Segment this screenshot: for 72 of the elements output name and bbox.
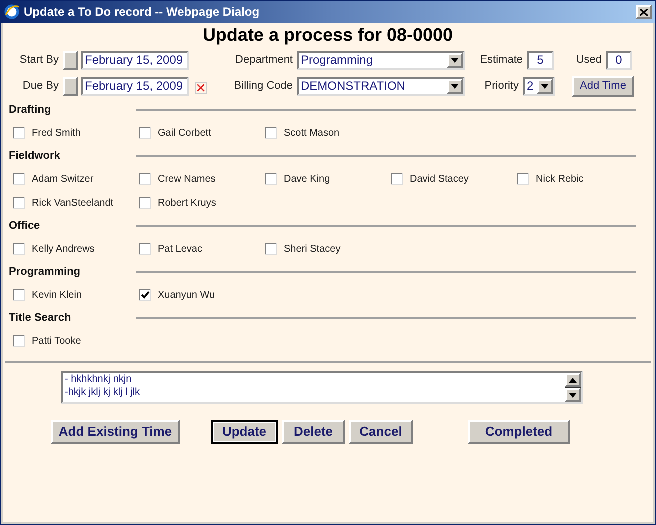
checkbox[interactable]: [139, 289, 151, 301]
checkbox[interactable]: [139, 197, 151, 209]
member-name: Kelly Andrews: [32, 242, 95, 256]
member-name: Patti Tooke: [32, 334, 82, 348]
used-field[interactable]: 0: [606, 50, 632, 70]
action-button[interactable]: Add Existing Time: [51, 420, 180, 444]
down-arrow-icon: [569, 392, 577, 398]
checkbox[interactable]: [391, 173, 403, 185]
close-icon: [640, 8, 648, 16]
action-button[interactable]: Cancel: [349, 420, 413, 444]
group-heading: Title Search: [9, 310, 72, 326]
member-name: Pat Levac: [158, 242, 202, 256]
member-name: Fred Smith: [32, 126, 81, 140]
member-name: Rick VanSteelandt: [32, 196, 114, 210]
checkbox[interactable]: [265, 243, 277, 255]
member-name: Gail Corbett: [158, 126, 212, 140]
member-name: Dave King: [284, 172, 330, 186]
field-label: Used: [575, 52, 602, 68]
member-name: David Stacey: [410, 172, 469, 186]
group-heading: Office: [9, 218, 42, 234]
member-name: Nick Rebic: [536, 172, 584, 186]
note-line: -hkjk jklj kj klj l jlk: [65, 386, 140, 399]
action-button[interactable]: Completed: [468, 420, 570, 444]
checkbox[interactable]: [139, 173, 151, 185]
scroll-down-button[interactable]: [565, 388, 581, 402]
priority-select[interactable]: 2: [523, 76, 555, 96]
member-name: Robert Kruys: [158, 196, 216, 210]
checkbox[interactable]: [517, 173, 529, 185]
field-label: Start By: [18, 52, 59, 68]
group-heading: Fieldwork: [9, 148, 62, 164]
browser-icon: [4, 4, 20, 20]
field-label: Billing Code: [233, 78, 293, 94]
checkbox[interactable]: [13, 173, 25, 185]
close-button[interactable]: [636, 5, 652, 19]
checkbox[interactable]: [13, 197, 25, 209]
checkbox[interactable]: [13, 127, 25, 139]
group-heading: Drafting: [9, 102, 52, 118]
date-picker-button[interactable]: [63, 50, 78, 70]
scroll-up-button[interactable]: [565, 373, 581, 387]
window-title: Update a To Do record -- Webpage Dialog: [24, 4, 261, 21]
estimate-field[interactable]: 5: [527, 50, 554, 70]
checkbox[interactable]: [265, 173, 277, 185]
field-label: Due By: [22, 78, 59, 94]
page-heading: Update a process for 08-0000: [202, 24, 454, 46]
action-button[interactable]: Delete: [282, 420, 345, 444]
group-heading: Programming: [9, 264, 82, 280]
date-field[interactable]: February 15, 2009: [81, 76, 189, 96]
action-button[interactable]: Update: [211, 420, 278, 444]
department-select[interactable]: Programming: [297, 50, 465, 70]
clear-date-icon[interactable]: [195, 82, 207, 94]
date-field[interactable]: February 15, 2009: [81, 50, 189, 70]
billing-code-select[interactable]: DEMONSTRATION: [297, 76, 465, 96]
member-name: Crew Names: [158, 172, 216, 186]
checkbox[interactable]: [139, 127, 151, 139]
member-name: Adam Switzer: [32, 172, 94, 186]
field-label: Priority: [484, 78, 519, 94]
field-label: Estimate: [479, 52, 523, 68]
member-name: Kevin Klein: [32, 288, 82, 302]
up-arrow-icon: [569, 378, 577, 382]
add-time-button[interactable]: Add Time: [572, 76, 634, 96]
member-name: Xuanyun Wu: [158, 288, 216, 302]
checkbox[interactable]: [139, 243, 151, 255]
member-name: Scott Mason: [284, 126, 340, 140]
checkbox[interactable]: [265, 127, 277, 139]
note-line: - hkhkhnkj nkjn: [65, 373, 132, 386]
member-name: Sheri Stacey: [284, 242, 341, 256]
date-picker-button[interactable]: [63, 76, 78, 96]
notes-field[interactable]: - hkhkhnkj nkjn -hkjk jklj kj klj l jlk: [61, 371, 583, 404]
checkbox[interactable]: [13, 289, 25, 301]
checkbox[interactable]: [13, 243, 25, 255]
checkbox[interactable]: [13, 335, 25, 347]
field-label: Department: [234, 52, 293, 68]
